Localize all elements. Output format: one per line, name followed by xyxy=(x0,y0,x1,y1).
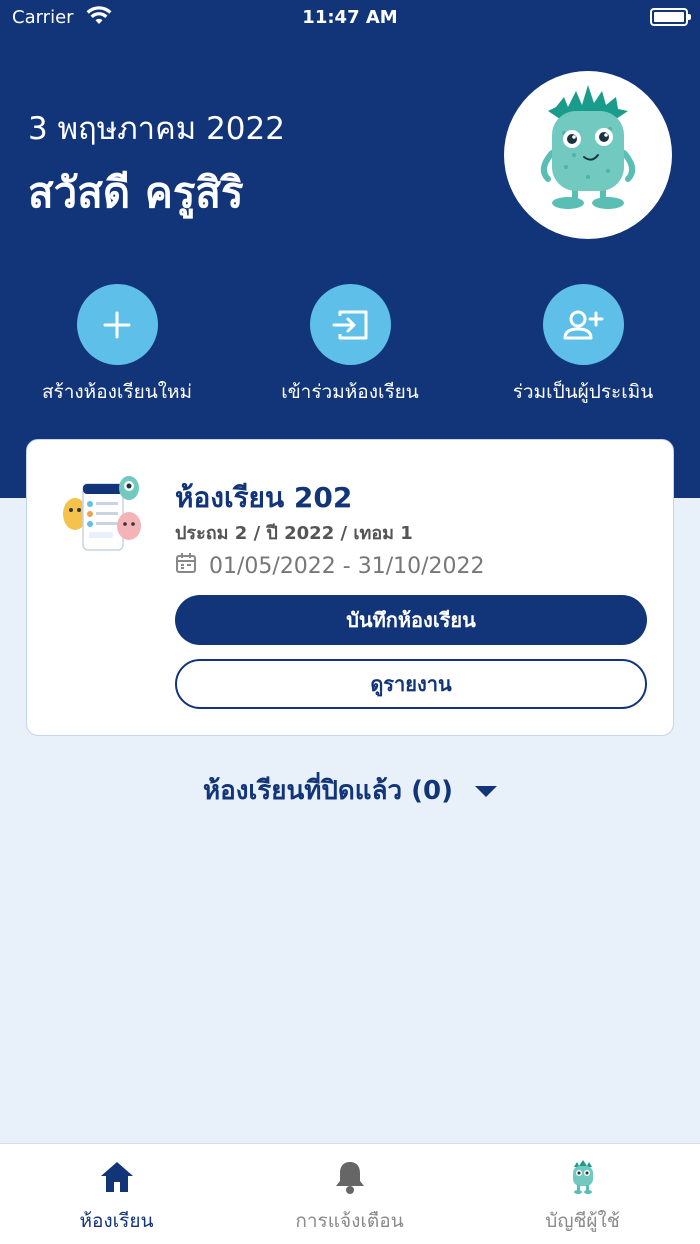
battery-icon xyxy=(650,8,691,26)
create-classroom-label: สร้างห้องเรียนใหม่ xyxy=(41,381,193,403)
profile-avatar[interactable] xyxy=(504,71,672,239)
current-date: 3 พฤษภาคม 2022 xyxy=(28,111,285,147)
monster-avatar-icon xyxy=(540,85,636,209)
monster-icon xyxy=(466,1158,699,1196)
classroom-meta: ประถม 2 / ปี 2022 / เทอม 1 xyxy=(175,523,413,544)
tab-classroom-label: ห้องเรียน xyxy=(79,1210,154,1232)
tab-account[interactable]: บัญชีผู้ใช้ xyxy=(466,1158,699,1236)
plus-icon xyxy=(76,284,158,365)
tab-classroom[interactable]: ห้องเรียน xyxy=(0,1158,233,1236)
record-classroom-button[interactable]: บันทึกห้องเรียน xyxy=(175,595,647,645)
add-person-icon xyxy=(542,284,624,365)
tab-notifications[interactable]: การแจ้งเตือน xyxy=(233,1158,466,1236)
greeting-text: สวัสดี ครูสิริ xyxy=(28,168,244,217)
classroom-card[interactable]: ห้องเรียน 202 ประถม 2 / ปี 2022 / เทอม 1… xyxy=(26,439,674,736)
create-classroom-button[interactable]: สร้างห้องเรียนใหม่ xyxy=(7,284,227,407)
closed-classrooms-label: ห้องเรียนที่ปิดแล้ว (0) xyxy=(202,776,454,806)
join-icon xyxy=(309,284,391,365)
calendar-icon xyxy=(175,552,197,580)
closed-classrooms-toggle[interactable]: ห้องเรียนที่ปิดแล้ว (0) xyxy=(0,770,700,811)
join-assessor-label: ร่วมเป็นผู้ประเมิน xyxy=(512,381,654,403)
tab-account-label: บัญชีผู้ใช้ xyxy=(545,1210,620,1232)
classroom-illustration-icon xyxy=(61,476,145,552)
join-assessor-button[interactable]: ร่วมเป็นผู้ประเมิน xyxy=(473,284,693,407)
classroom-dates-text: 01/05/2022 - 31/10/2022 xyxy=(209,553,485,579)
classroom-name: ห้องเรียน 202 xyxy=(175,481,353,514)
join-classroom-label: เข้าร่วมห้องเรียน xyxy=(281,381,419,403)
view-report-button[interactable]: ดูรายงาน xyxy=(175,659,647,709)
bell-icon xyxy=(233,1158,466,1196)
status-bar: Carrier 11:47 AM xyxy=(0,0,700,36)
chevron-down-icon xyxy=(475,786,498,797)
classroom-date-range: 01/05/2022 - 31/10/2022 xyxy=(175,552,485,580)
tab-notifications-label: การแจ้งเตือน xyxy=(295,1210,404,1232)
home-icon xyxy=(0,1158,233,1196)
status-time: 11:47 AM xyxy=(302,7,398,28)
join-classroom-button[interactable]: เข้าร่วมห้องเรียน xyxy=(240,284,460,407)
tab-bar: ห้องเรียน การแจ้งเตือน บัญชีผู้ใช้ xyxy=(0,1143,700,1244)
